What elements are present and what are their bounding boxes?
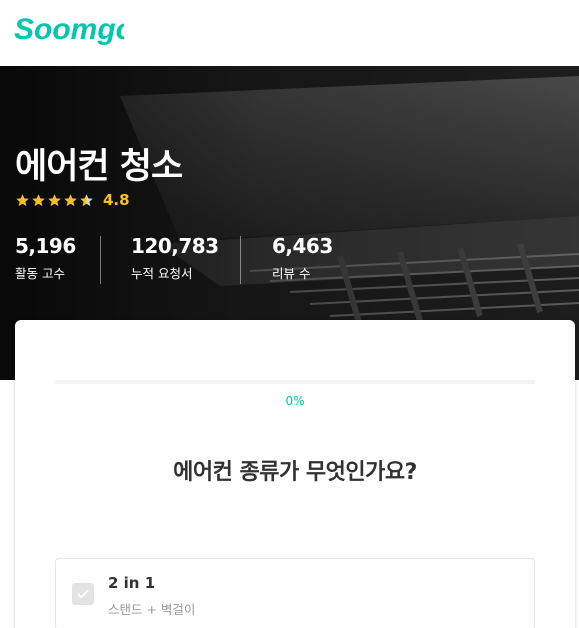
star-icon	[32, 193, 45, 206]
stat-total-requests: 120,783 누적 요청서	[131, 234, 219, 284]
star-rating	[15, 193, 94, 208]
service-title: 에어컨 청소	[15, 147, 183, 187]
request-form-card: 0% 에어컨 종류가 무엇인가요? 2 in 1 스탠드 + 벽걸이	[15, 320, 575, 628]
option-2in1[interactable]: 2 in 1 스탠드 + 벽걸이	[55, 558, 535, 628]
option-checkbox[interactable]	[72, 583, 94, 605]
stat-label: 활동 고수	[15, 266, 65, 281]
star-icon	[64, 193, 77, 206]
progress-bar	[55, 380, 535, 384]
stat-active-pros: 5,196 활동 고수	[15, 234, 76, 284]
progress-label: 0%	[285, 394, 305, 408]
stat-value: 5,196	[15, 234, 76, 258]
soomgo-logo[interactable]: Soomgo	[14, 9, 124, 49]
stat-value: 120,783	[131, 234, 219, 258]
question-title: 에어컨 종류가 무엇인가요?	[173, 460, 417, 485]
top-bar: Soomgo	[0, 0, 579, 66]
stat-reviews: 6,463 리뷰 수	[272, 234, 333, 284]
star-half-icon	[80, 193, 93, 206]
star-icon	[48, 193, 61, 206]
stat-divider	[100, 236, 101, 284]
check-icon	[77, 589, 89, 599]
svg-text:Soomgo: Soomgo	[14, 13, 124, 46]
option-title: 2 in 1	[108, 574, 156, 592]
stat-label: 리뷰 수	[272, 266, 311, 281]
stat-label: 누적 요청서	[131, 266, 193, 281]
rating-row: 4.8	[15, 190, 130, 210]
option-subtitle: 스탠드 + 벽걸이	[108, 602, 196, 617]
stat-divider	[240, 236, 241, 284]
star-icon	[16, 193, 29, 206]
stat-value: 6,463	[272, 234, 333, 258]
rating-value: 4.8	[103, 191, 130, 209]
